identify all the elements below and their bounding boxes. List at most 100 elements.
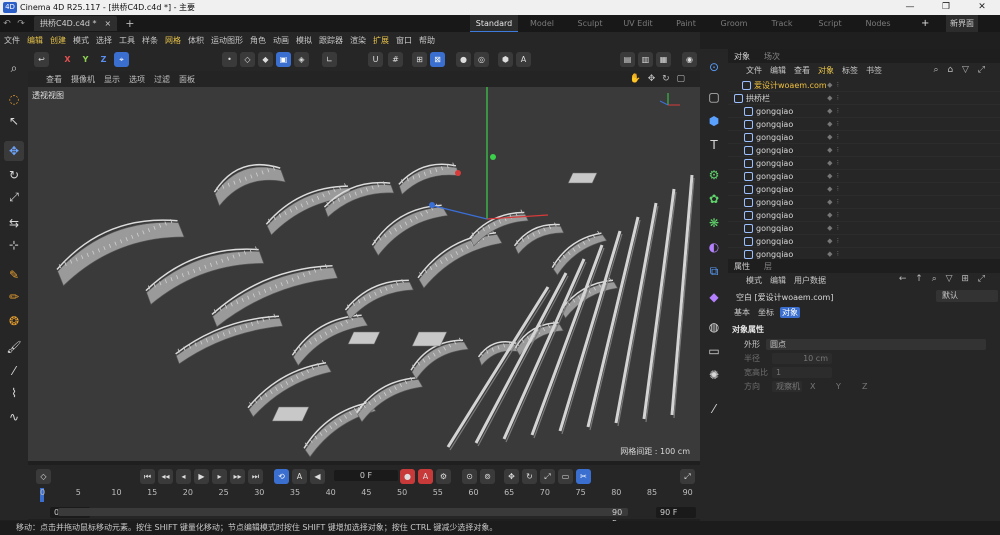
object-row[interactable]: 拱桥栏 ◆ ⁝: [728, 92, 1000, 105]
menu-item[interactable]: 跟踪器: [319, 35, 343, 46]
object-manager-menu-item[interactable]: 对象: [818, 65, 834, 76]
undo-tool-icon[interactable]: ↩: [34, 52, 49, 67]
motion-icon[interactable]: ✂: [576, 469, 591, 484]
next-key-icon[interactable]: ▸▸: [230, 469, 245, 484]
attribute-sub-tab[interactable]: 坐标: [756, 307, 776, 318]
layout-tab[interactable]: Paint: [662, 15, 710, 32]
visibility-dots-icon[interactable]: ◆ ⁝: [827, 107, 840, 115]
visibility-dots-icon[interactable]: ◆ ⁝: [827, 198, 840, 206]
lasso-tool-icon[interactable]: ∿: [4, 407, 24, 427]
team-render-icon[interactable]: ◉: [682, 52, 697, 67]
visibility-dots-icon[interactable]: ◆ ⁝: [827, 133, 840, 141]
layout-tab[interactable]: Track: [758, 15, 806, 32]
attribute-value[interactable]: 圆点: [766, 339, 986, 350]
y-axis-lock[interactable]: Y: [78, 52, 93, 67]
grid-snap-icon[interactable]: #: [388, 52, 403, 67]
object-row[interactable]: 爱设计woaem.com ◆ ⁝: [728, 79, 1000, 92]
menu-item[interactable]: 体积: [188, 35, 204, 46]
goto-end-icon[interactable]: ⏭: [248, 469, 263, 484]
sketch-tool-icon[interactable]: ✏: [4, 287, 24, 307]
coordinate-system-icon[interactable]: ⌖: [114, 52, 129, 67]
menu-item[interactable]: 模式: [73, 35, 89, 46]
cloner-icon[interactable]: ✿: [704, 189, 724, 209]
attribute-sub-tab[interactable]: 对象: [780, 307, 800, 318]
spline-smooth-icon[interactable]: ❂: [4, 311, 24, 331]
attribute-sub-tab[interactable]: 基本: [732, 307, 752, 318]
paint-tool-icon[interactable]: ⁄: [4, 361, 24, 381]
live-selection-icon[interactable]: ◌: [4, 89, 24, 109]
viewport-nav-icons[interactable]: ✋ ✥ ↻ ▢: [630, 71, 687, 87]
document-tab-close[interactable]: ×: [105, 16, 112, 31]
brush-icon[interactable]: 🖌: [4, 337, 24, 357]
knife-tool-icon[interactable]: ⌇: [4, 383, 24, 403]
field-icon[interactable]: ⧉: [704, 261, 724, 281]
document-tab[interactable]: 拱桥C4D.c4d * ×: [34, 16, 118, 31]
autokey-icon[interactable]: A: [418, 469, 433, 484]
object-manager-menu-item[interactable]: 书签: [866, 65, 882, 76]
layout-tab[interactable]: Model: [518, 15, 566, 32]
keyframe-icon[interactable]: ◇: [36, 469, 51, 484]
goto-start-icon[interactable]: ⏮: [140, 469, 155, 484]
menu-item[interactable]: 动画: [273, 35, 289, 46]
record-param-icon[interactable]: ↻: [522, 469, 537, 484]
object-row[interactable]: gongqiao ◆ ⁝: [728, 118, 1000, 131]
workplane-icon[interactable]: ⊞: [412, 52, 427, 67]
prev-key-icon[interactable]: ◂◂: [158, 469, 173, 484]
object-row[interactable]: gongqiao ◆ ⁝: [728, 248, 1000, 259]
record-pla-icon[interactable]: ⤢: [540, 469, 555, 484]
z-axis-lock[interactable]: Z: [96, 52, 111, 67]
menu-item[interactable]: 文件: [4, 35, 20, 46]
visibility-dots-icon[interactable]: ◆ ⁝: [827, 159, 840, 167]
attribute-nav-icons[interactable]: ← ↑ ⌕ ▽ ⊞ ⤢: [899, 274, 988, 284]
perspective-viewport[interactable]: 透视视图 网格间距 : 100 cm: [28, 87, 700, 461]
range-slider[interactable]: [58, 508, 628, 516]
object-row[interactable]: gongqiao ◆ ⁝: [728, 183, 1000, 196]
attribute-menu-item[interactable]: 用户数据: [794, 275, 826, 286]
keyframe-selection-icon[interactable]: ⚙: [436, 469, 451, 484]
visibility-dots-icon[interactable]: ◆ ⁝: [827, 146, 840, 154]
attribute-value[interactable]: 10 cm: [772, 353, 832, 364]
sound-icon[interactable]: ◀: [310, 469, 325, 484]
search-icon[interactable]: ⌕: [4, 58, 24, 78]
timeline-ruler[interactable]: 0 5 10 15 20 25 30 35 40 45 50 55 60 65 70 75 80 85 90: [28, 487, 700, 505]
object-manager-menu-item[interactable]: 标签: [842, 65, 858, 76]
attribute-mode-select[interactable]: 默认: [936, 290, 998, 302]
layout-tab[interactable]: Sculpt: [566, 15, 614, 32]
viewport-menu-item[interactable]: 查看: [46, 74, 62, 85]
edge-mode-icon[interactable]: ◇: [240, 52, 255, 67]
restore-button[interactable]: ❐: [928, 0, 964, 15]
film-icon[interactable]: ▤: [620, 52, 635, 67]
visibility-dots-icon[interactable]: ◆ ⁝: [827, 120, 840, 128]
menu-item[interactable]: 工具: [119, 35, 135, 46]
menu-item[interactable]: 扩展: [373, 35, 389, 46]
menu-item[interactable]: 渲染: [350, 35, 366, 46]
visibility-dots-icon[interactable]: ◆ ⁝: [827, 94, 840, 102]
visibility-dots-icon[interactable]: ◆ ⁝: [827, 224, 840, 232]
layout-tab[interactable]: Groom: [710, 15, 758, 32]
play-icon[interactable]: ▶: [194, 469, 209, 484]
spline-icon[interactable]: ▢: [704, 87, 724, 107]
selection-arrow-icon[interactable]: ↖: [4, 111, 24, 131]
visibility-dots-icon[interactable]: ◆ ⁝: [827, 237, 840, 245]
new-ui-button[interactable]: 新界面: [946, 15, 978, 32]
effector-icon[interactable]: ❋: [704, 213, 724, 233]
visibility-dots-icon[interactable]: ◆ ⁝: [827, 81, 840, 89]
current-frame-field[interactable]: 0 F: [334, 470, 398, 481]
menu-item[interactable]: 样条: [142, 35, 158, 46]
object-row[interactable]: gongqiao ◆ ⁝: [728, 105, 1000, 118]
render-region-icon[interactable]: ◎: [474, 52, 489, 67]
attribute-value[interactable]: 1: [772, 367, 832, 378]
redo-icon[interactable]: ↷: [14, 19, 28, 29]
axis-mode-icon[interactable]: ∟: [322, 52, 337, 67]
snap-icon[interactable]: U: [368, 52, 383, 67]
direction-axis-option[interactable]: Y: [832, 381, 854, 392]
layout-tab[interactable]: Nodes: [854, 15, 902, 32]
play-mode-icon[interactable]: A: [292, 469, 307, 484]
record-icon[interactable]: ●: [400, 469, 415, 484]
minimize-button[interactable]: —: [892, 0, 928, 15]
menu-item[interactable]: 模拟: [296, 35, 312, 46]
clapper-icon[interactable]: ▥: [638, 52, 653, 67]
close-window-button[interactable]: ✕: [964, 0, 1000, 15]
visibility-dots-icon[interactable]: ◆ ⁝: [827, 211, 840, 219]
volume-icon[interactable]: ◆: [704, 287, 724, 307]
